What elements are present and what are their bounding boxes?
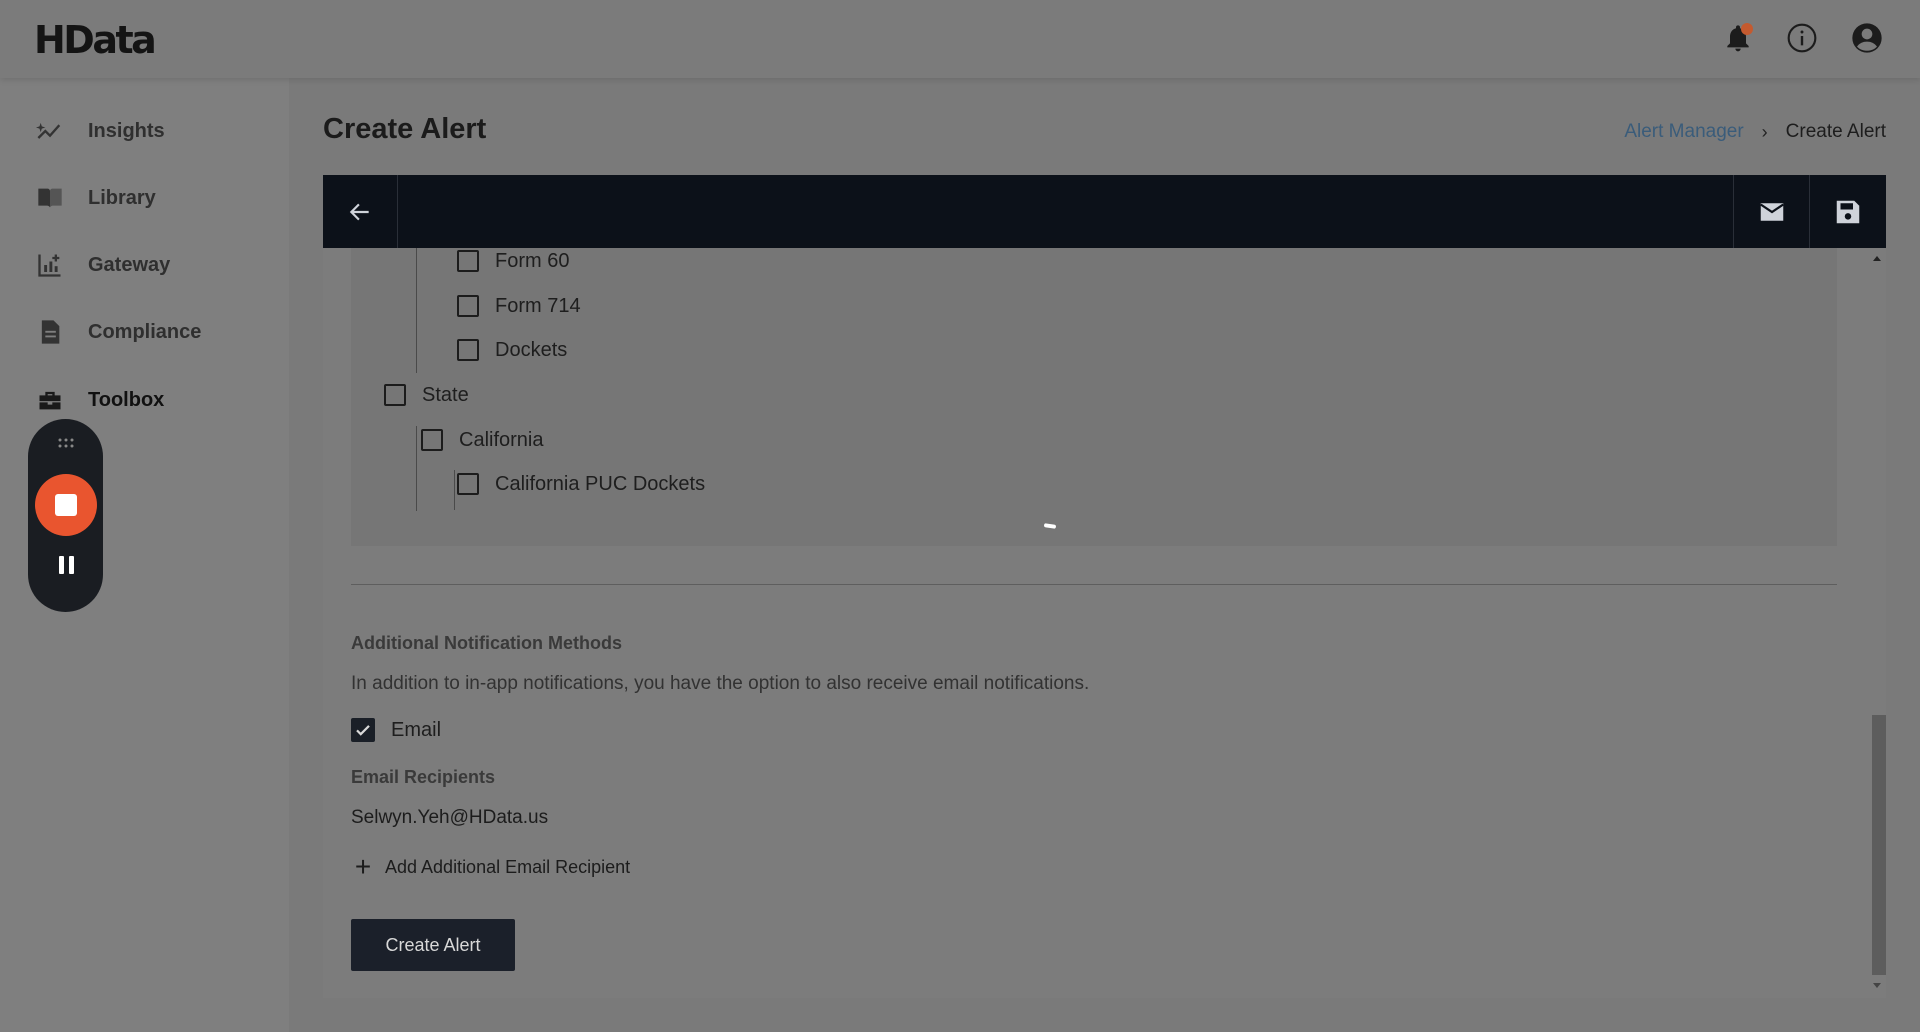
loading-spinner-icon bbox=[1043, 523, 1057, 529]
pause-recording-button[interactable] bbox=[53, 552, 79, 578]
divider bbox=[351, 584, 1837, 585]
tree-item-label: Dockets bbox=[495, 338, 568, 361]
tree-guide bbox=[454, 470, 455, 510]
back-button[interactable] bbox=[323, 175, 398, 248]
notification-methods-title: Additional Notification Methods bbox=[351, 633, 622, 653]
checkbox[interactable] bbox=[457, 339, 479, 361]
sidebar-item-label: Gateway bbox=[88, 253, 171, 276]
document-tree: Form 60 Form 714 Dockets State Californi… bbox=[351, 248, 1837, 546]
checkbox[interactable] bbox=[457, 473, 479, 495]
checkbox[interactable] bbox=[384, 384, 406, 406]
library-icon bbox=[34, 182, 66, 214]
email-recipients-title: Email Recipients bbox=[351, 767, 496, 787]
scroll-up-icon[interactable] bbox=[1873, 256, 1881, 261]
tree-item-california[interactable]: California bbox=[421, 425, 543, 455]
tree-guide bbox=[416, 426, 417, 511]
breadcrumb-current: Create Alert bbox=[1785, 121, 1886, 142]
sidebar-item-label: Insights bbox=[88, 119, 165, 142]
gateway-icon bbox=[34, 249, 66, 281]
email-recipient: Selwyn.Yeh@HData.us bbox=[351, 807, 549, 828]
tree-item-form-714[interactable]: Form 714 bbox=[457, 291, 581, 321]
insights-icon bbox=[34, 115, 66, 147]
create-alert-card: Form 60 Form 714 Dockets State Californi… bbox=[323, 175, 1886, 998]
bell-icon[interactable] bbox=[1720, 20, 1756, 56]
recorder-widget bbox=[28, 419, 103, 612]
tree-item-california-puc-dockets[interactable]: California PUC Dockets bbox=[457, 469, 705, 499]
email-icon bbox=[1759, 202, 1784, 221]
drag-handle-icon[interactable] bbox=[57, 437, 75, 449]
card-toolbar bbox=[323, 175, 1886, 248]
tree-item-label: Form 60 bbox=[495, 249, 570, 272]
sidebar-item-label: Toolbox bbox=[88, 388, 165, 411]
app-logo[interactable]: HData bbox=[34, 18, 157, 62]
compliance-icon bbox=[34, 316, 66, 348]
plus-icon: + bbox=[354, 851, 372, 882]
save-button[interactable] bbox=[1809, 175, 1885, 248]
save-icon bbox=[1836, 200, 1859, 223]
sidebar-item-insights[interactable]: Insights bbox=[34, 111, 165, 151]
checkmark-icon bbox=[356, 725, 370, 736]
sidebar-item-label: Library bbox=[88, 186, 156, 209]
tree-item-label: Form 714 bbox=[495, 294, 581, 317]
tree-item-label: California PUC Dockets bbox=[495, 472, 706, 495]
sidebar-item-compliance[interactable]: Compliance bbox=[34, 312, 201, 352]
breadcrumb: Alert Manager › Create Alert bbox=[1624, 121, 1886, 143]
scrollbar-thumb[interactable] bbox=[1872, 715, 1886, 975]
form-content: Form 60 Form 714 Dockets State Californi… bbox=[323, 248, 1868, 998]
back-arrow-icon bbox=[349, 203, 369, 220]
create-alert-button[interactable]: Create Alert bbox=[351, 919, 515, 971]
tree-item-state[interactable]: State bbox=[384, 380, 469, 410]
checkbox[interactable] bbox=[457, 295, 479, 317]
notification-methods-description: In addition to in-app notifications, you… bbox=[351, 673, 1090, 694]
sidebar-item-label: Compliance bbox=[88, 320, 202, 343]
add-recipient-label: Add Additional Email Recipient bbox=[385, 856, 631, 877]
add-recipient-button[interactable]: + Add Additional Email Recipient bbox=[351, 852, 630, 882]
info-icon[interactable] bbox=[1784, 20, 1820, 56]
notification-dot bbox=[1741, 23, 1753, 35]
top-bar: HData bbox=[0, 0, 1920, 78]
checkbox[interactable] bbox=[421, 429, 443, 451]
toolbox-icon bbox=[34, 384, 66, 416]
email-checkbox[interactable] bbox=[351, 718, 375, 742]
scrollbar[interactable] bbox=[1868, 248, 1886, 998]
email-label: Email bbox=[391, 718, 442, 741]
stop-icon bbox=[55, 494, 77, 516]
tree-item-label: State bbox=[422, 383, 469, 406]
email-option[interactable]: Email bbox=[351, 715, 441, 745]
pause-icon bbox=[58, 556, 64, 574]
checkbox[interactable] bbox=[457, 250, 479, 272]
chevron-right-icon: › bbox=[1761, 121, 1768, 142]
scroll-down-icon[interactable] bbox=[1873, 983, 1881, 988]
tree-guide bbox=[416, 248, 417, 373]
page-title: Create Alert bbox=[323, 113, 487, 145]
tree-item-label: California bbox=[459, 428, 544, 451]
tree-item-form-60[interactable]: Form 60 bbox=[457, 248, 569, 276]
sidebar-item-library[interactable]: Library bbox=[34, 178, 156, 218]
email-button[interactable] bbox=[1733, 175, 1809, 248]
sidebar-item-gateway[interactable]: Gateway bbox=[34, 245, 170, 285]
breadcrumb-alert-manager[interactable]: Alert Manager bbox=[1624, 121, 1743, 143]
stop-recording-button[interactable] bbox=[35, 474, 97, 536]
tree-item-dockets[interactable]: Dockets bbox=[457, 335, 567, 365]
sidebar-item-toolbox[interactable]: Toolbox bbox=[34, 380, 164, 420]
account-icon[interactable] bbox=[1849, 20, 1885, 56]
